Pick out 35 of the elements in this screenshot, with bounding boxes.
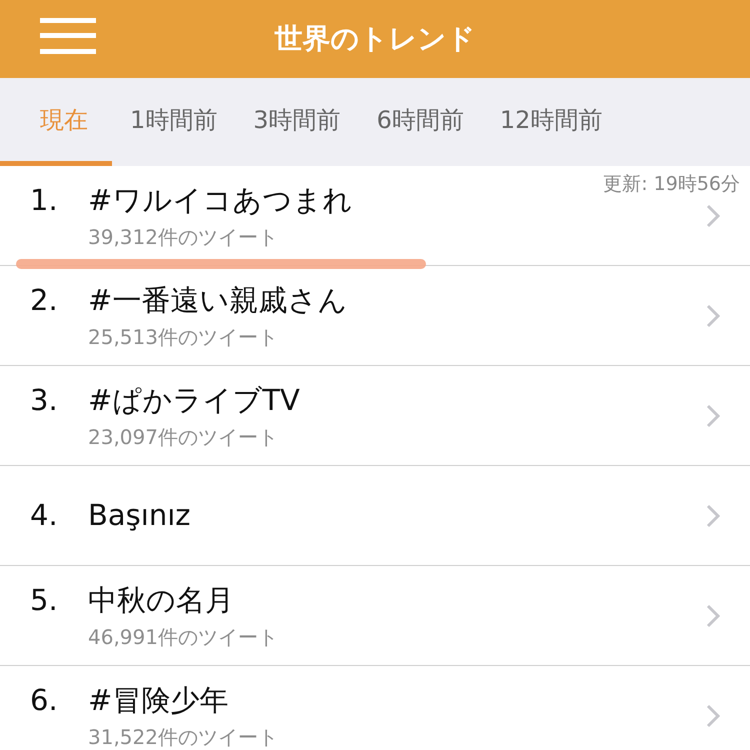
time-tab[interactable]: 12時間前	[482, 78, 620, 166]
tweet-count: 31,522件のツイート	[88, 724, 279, 750]
trend-row[interactable]: 6. #冒険少年 31,522件のツイート	[0, 666, 750, 750]
trend-rank: 2.	[30, 282, 59, 319]
time-tab[interactable]: 1時間前	[112, 78, 236, 166]
trend-row[interactable]: 5. 中秋の名月 46,991件のツイート	[0, 566, 750, 666]
trend-row[interactable]: 2. #一番遠い親戚さん 25,513件のツイート	[0, 266, 750, 366]
chevron-right-icon	[706, 404, 720, 428]
trend-rank: 4.	[30, 496, 59, 534]
chevron-right-icon	[706, 704, 720, 728]
chevron-right-icon	[706, 604, 720, 628]
trend-name: #一番遠い親戚さん	[88, 282, 348, 319]
trend-rank: 1.	[30, 182, 59, 219]
header-title: 世界のトレンド	[274, 21, 476, 57]
time-tab[interactable]: 6時間前	[358, 78, 482, 166]
chevron-right-icon	[706, 204, 720, 228]
tweet-count: 25,513件のツイート	[88, 324, 279, 352]
trend-name: 中秋の名月	[88, 582, 234, 619]
trend-rank: 5.	[30, 582, 59, 619]
trend-name: #冒険少年	[88, 682, 228, 719]
tweet-count: 39,312件のツイート	[88, 224, 279, 252]
trend-rank: 3.	[30, 382, 59, 419]
time-tab[interactable]: 3時間前	[235, 78, 359, 166]
trend-rank: 6.	[30, 682, 59, 719]
trend-name: #ぱかライブTV	[88, 382, 300, 419]
trend-row[interactable]: 3. #ぱかライブTV 23,097件のツイート	[0, 366, 750, 466]
updated-time: 更新: 19時56分	[603, 172, 740, 197]
trend-row[interactable]: 4. Başınız	[0, 466, 750, 566]
tweet-count: 46,991件のツイート	[88, 624, 279, 652]
chevron-right-icon	[706, 304, 720, 328]
menu-icon[interactable]	[40, 18, 96, 54]
chevron-right-icon	[706, 504, 720, 528]
trend-name: #ワルイコあつまれ	[88, 182, 352, 219]
trend-name: Başınız	[88, 496, 190, 534]
tweet-count: 23,097件のツイート	[88, 424, 279, 452]
